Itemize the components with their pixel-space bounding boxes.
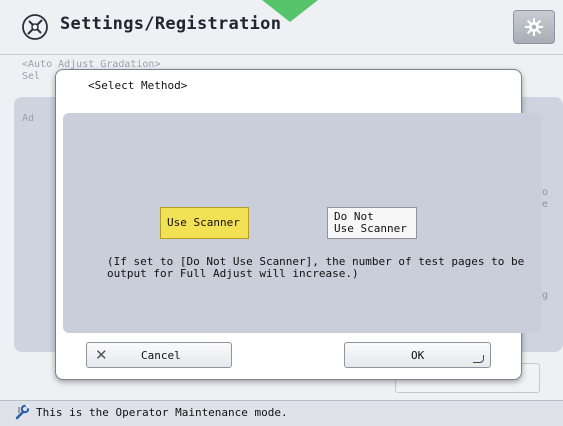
background-subtitle-2: Sel: [22, 71, 41, 82]
settings-registration-icon: [20, 12, 50, 42]
ok-button[interactable]: OK: [344, 342, 491, 368]
note-text-2: output for Full Adjust will increase.): [107, 267, 359, 280]
button-label: Use Scanner: [167, 216, 240, 229]
cancel-label: Cancel: [141, 349, 181, 362]
gear-icon: [525, 18, 543, 36]
wrench-icon: [14, 404, 30, 420]
background-panel-label: Ad: [22, 113, 35, 124]
footer-message: This is the Operator Maintenance mode.: [36, 406, 288, 419]
do-not-use-scanner-button[interactable]: Do Not Use Scanner: [327, 207, 417, 239]
page-title: Settings/Registration: [60, 14, 282, 34]
status-indicator: [262, 0, 318, 22]
button-label-line2: Use Scanner: [334, 222, 407, 235]
close-icon: ✕: [95, 346, 108, 364]
enter-icon: [473, 355, 484, 363]
dialog-title: <Select Method>: [88, 79, 188, 92]
ok-label: OK: [411, 349, 425, 362]
cancel-button[interactable]: ✕ Cancel: [86, 342, 232, 368]
dialog-content-panel: [63, 113, 542, 333]
settings-gear-button[interactable]: [513, 10, 555, 44]
use-scanner-button[interactable]: Use Scanner: [160, 207, 249, 239]
